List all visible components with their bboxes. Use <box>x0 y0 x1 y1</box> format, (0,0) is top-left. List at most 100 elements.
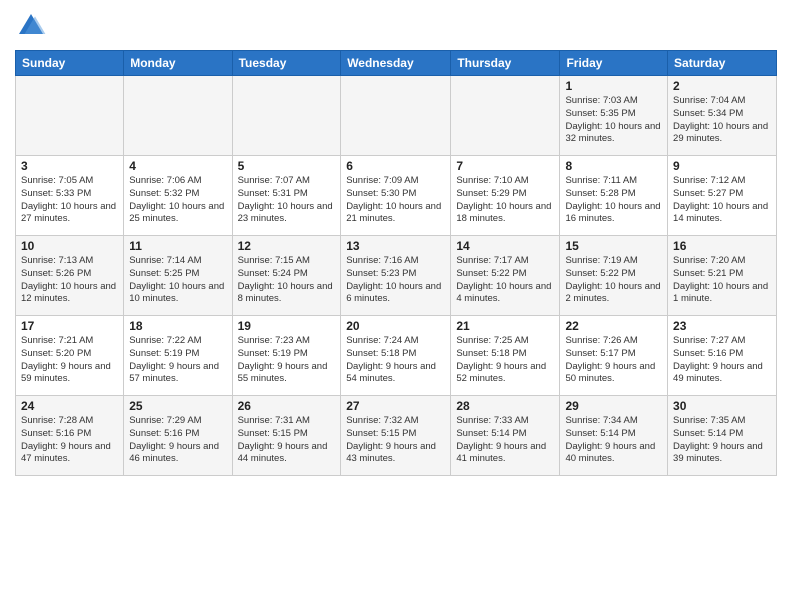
day-info: Sunrise: 7:21 AM Sunset: 5:20 PM Dayligh… <box>21 335 118 386</box>
header <box>15 10 777 42</box>
calendar-cell: 4Sunrise: 7:06 AM Sunset: 5:32 PM Daylig… <box>124 156 232 236</box>
calendar-week-5: 24 Sunrise: 7:28 AM Sunset: 5:16 PM Dayli… <box>16 396 777 476</box>
day-info: Sunrise: 7:16 AM Sunset: 5:23 PM Dayligh… <box>346 255 445 306</box>
day-number: 1 <box>565 79 662 93</box>
day-number: 13 <box>346 239 445 253</box>
calendar-cell: 19 Sunrise: 7:23 AM Sunset: 5:19 PM Dayli… <box>232 316 341 396</box>
weekday-header-tuesday: Tuesday <box>232 51 341 76</box>
calendar-cell: 30Sunrise: 7:35 AM Sunset: 5:14 PM Dayli… <box>668 396 777 476</box>
day-info: Sunrise: 7:03 AM Sunset: 5:35 PM Dayligh… <box>565 95 662 146</box>
calendar-cell: 28 Sunrise: 7:33 AM Sunset: 5:14 PM Dayli… <box>451 396 560 476</box>
calendar-week-1: 1 Sunrise: 7:03 AM Sunset: 5:35 PM Daylig… <box>16 76 777 156</box>
day-info: Sunrise: 7:31 AM Sunset: 5:15 PM Dayligh… <box>238 415 336 466</box>
day-number: 11 <box>129 239 226 253</box>
calendar-cell: 6 Sunrise: 7:09 AM Sunset: 5:30 PM Daylig… <box>341 156 451 236</box>
day-number: 12 <box>238 239 336 253</box>
calendar-cell: 20 Sunrise: 7:24 AM Sunset: 5:18 PM Dayli… <box>341 316 451 396</box>
calendar-cell: 26 Sunrise: 7:31 AM Sunset: 5:15 PM Dayli… <box>232 396 341 476</box>
calendar-cell: 7 Sunrise: 7:10 AM Sunset: 5:29 PM Daylig… <box>451 156 560 236</box>
day-number: 28 <box>456 399 554 413</box>
weekday-header-sunday: Sunday <box>16 51 124 76</box>
calendar-table: SundayMondayTuesdayWednesdayThursdayFrid… <box>15 50 777 476</box>
calendar-cell <box>232 76 341 156</box>
weekday-header-monday: Monday <box>124 51 232 76</box>
calendar-cell: 29Sunrise: 7:34 AM Sunset: 5:14 PM Dayli… <box>560 396 668 476</box>
calendar-cell: 11 Sunrise: 7:14 AM Sunset: 5:25 PM Dayli… <box>124 236 232 316</box>
day-info: Sunrise: 7:17 AM Sunset: 5:22 PM Dayligh… <box>456 255 554 306</box>
calendar-cell: 22 Sunrise: 7:26 AM Sunset: 5:17 PM Dayli… <box>560 316 668 396</box>
calendar-cell: 8 Sunrise: 7:11 AM Sunset: 5:28 PM Daylig… <box>560 156 668 236</box>
day-number: 19 <box>238 319 336 333</box>
day-info: Sunrise: 7:22 AM Sunset: 5:19 PM Dayligh… <box>129 335 226 386</box>
calendar-cell: 9 Sunrise: 7:12 AM Sunset: 5:27 PM Daylig… <box>668 156 777 236</box>
day-number: 10 <box>21 239 118 253</box>
day-number: 7 <box>456 159 554 173</box>
day-number: 8 <box>565 159 662 173</box>
day-number: 23 <box>673 319 771 333</box>
calendar-cell <box>451 76 560 156</box>
day-number: 2 <box>673 79 771 93</box>
day-info: Sunrise: 7:29 AM Sunset: 5:16 PM Dayligh… <box>129 415 226 466</box>
weekday-header-friday: Friday <box>560 51 668 76</box>
day-number: 18 <box>129 319 226 333</box>
day-number: 17 <box>21 319 118 333</box>
calendar-cell: 1 Sunrise: 7:03 AM Sunset: 5:35 PM Daylig… <box>560 76 668 156</box>
day-info: Sunrise: 7:26 AM Sunset: 5:17 PM Dayligh… <box>565 335 662 386</box>
calendar-cell: 12 Sunrise: 7:15 AM Sunset: 5:24 PM Dayli… <box>232 236 341 316</box>
day-info: Sunrise: 7:09 AM Sunset: 5:30 PM Dayligh… <box>346 175 445 226</box>
day-number: 24 <box>21 399 118 413</box>
calendar-cell: 3Sunrise: 7:05 AM Sunset: 5:33 PM Daylig… <box>16 156 124 236</box>
day-number: 27 <box>346 399 445 413</box>
calendar-week-4: 17 Sunrise: 7:21 AM Sunset: 5:20 PM Dayli… <box>16 316 777 396</box>
calendar-cell: 18 Sunrise: 7:22 AM Sunset: 5:19 PM Dayli… <box>124 316 232 396</box>
calendar-week-3: 10 Sunrise: 7:13 AM Sunset: 5:26 PM Dayli… <box>16 236 777 316</box>
day-info: Sunrise: 7:06 AM Sunset: 5:32 PM Dayligh… <box>129 175 226 226</box>
page: SundayMondayTuesdayWednesdayThursdayFrid… <box>0 0 792 486</box>
calendar-cell <box>16 76 124 156</box>
calendar-cell <box>341 76 451 156</box>
calendar-cell: 21Sunrise: 7:25 AM Sunset: 5:18 PM Dayli… <box>451 316 560 396</box>
calendar-cell: 27Sunrise: 7:32 AM Sunset: 5:15 PM Dayli… <box>341 396 451 476</box>
calendar-cell <box>124 76 232 156</box>
day-number: 22 <box>565 319 662 333</box>
day-info: Sunrise: 7:27 AM Sunset: 5:16 PM Dayligh… <box>673 335 771 386</box>
calendar-cell: 2 Sunrise: 7:04 AM Sunset: 5:34 PM Daylig… <box>668 76 777 156</box>
calendar-week-2: 3Sunrise: 7:05 AM Sunset: 5:33 PM Daylig… <box>16 156 777 236</box>
day-info: Sunrise: 7:11 AM Sunset: 5:28 PM Dayligh… <box>565 175 662 226</box>
day-info: Sunrise: 7:14 AM Sunset: 5:25 PM Dayligh… <box>129 255 226 306</box>
calendar-cell: 14 Sunrise: 7:17 AM Sunset: 5:22 PM Dayli… <box>451 236 560 316</box>
day-info: Sunrise: 7:35 AM Sunset: 5:14 PM Dayligh… <box>673 415 771 466</box>
day-info: Sunrise: 7:13 AM Sunset: 5:26 PM Dayligh… <box>21 255 118 306</box>
calendar-cell: 15Sunrise: 7:19 AM Sunset: 5:22 PM Dayli… <box>560 236 668 316</box>
calendar-cell: 24 Sunrise: 7:28 AM Sunset: 5:16 PM Dayli… <box>16 396 124 476</box>
calendar-cell: 16Sunrise: 7:20 AM Sunset: 5:21 PM Dayli… <box>668 236 777 316</box>
day-info: Sunrise: 7:25 AM Sunset: 5:18 PM Dayligh… <box>456 335 554 386</box>
day-number: 29 <box>565 399 662 413</box>
day-number: 6 <box>346 159 445 173</box>
day-info: Sunrise: 7:10 AM Sunset: 5:29 PM Dayligh… <box>456 175 554 226</box>
logo-icon <box>15 10 47 42</box>
weekday-header-thursday: Thursday <box>451 51 560 76</box>
day-info: Sunrise: 7:12 AM Sunset: 5:27 PM Dayligh… <box>673 175 771 226</box>
day-info: Sunrise: 7:07 AM Sunset: 5:31 PM Dayligh… <box>238 175 336 226</box>
day-number: 9 <box>673 159 771 173</box>
day-info: Sunrise: 7:04 AM Sunset: 5:34 PM Dayligh… <box>673 95 771 146</box>
calendar-cell: 23 Sunrise: 7:27 AM Sunset: 5:16 PM Dayli… <box>668 316 777 396</box>
day-info: Sunrise: 7:23 AM Sunset: 5:19 PM Dayligh… <box>238 335 336 386</box>
day-info: Sunrise: 7:33 AM Sunset: 5:14 PM Dayligh… <box>456 415 554 466</box>
logo <box>15 10 51 42</box>
day-number: 20 <box>346 319 445 333</box>
day-info: Sunrise: 7:24 AM Sunset: 5:18 PM Dayligh… <box>346 335 445 386</box>
day-number: 25 <box>129 399 226 413</box>
weekday-header-saturday: Saturday <box>668 51 777 76</box>
day-number: 15 <box>565 239 662 253</box>
day-info: Sunrise: 7:15 AM Sunset: 5:24 PM Dayligh… <box>238 255 336 306</box>
calendar-cell: 10 Sunrise: 7:13 AM Sunset: 5:26 PM Dayli… <box>16 236 124 316</box>
day-number: 14 <box>456 239 554 253</box>
calendar-cell: 25 Sunrise: 7:29 AM Sunset: 5:16 PM Dayli… <box>124 396 232 476</box>
day-number: 26 <box>238 399 336 413</box>
calendar-cell: 17 Sunrise: 7:21 AM Sunset: 5:20 PM Dayli… <box>16 316 124 396</box>
calendar-cell: 13 Sunrise: 7:16 AM Sunset: 5:23 PM Dayli… <box>341 236 451 316</box>
weekday-header-row: SundayMondayTuesdayWednesdayThursdayFrid… <box>16 51 777 76</box>
day-info: Sunrise: 7:28 AM Sunset: 5:16 PM Dayligh… <box>21 415 118 466</box>
